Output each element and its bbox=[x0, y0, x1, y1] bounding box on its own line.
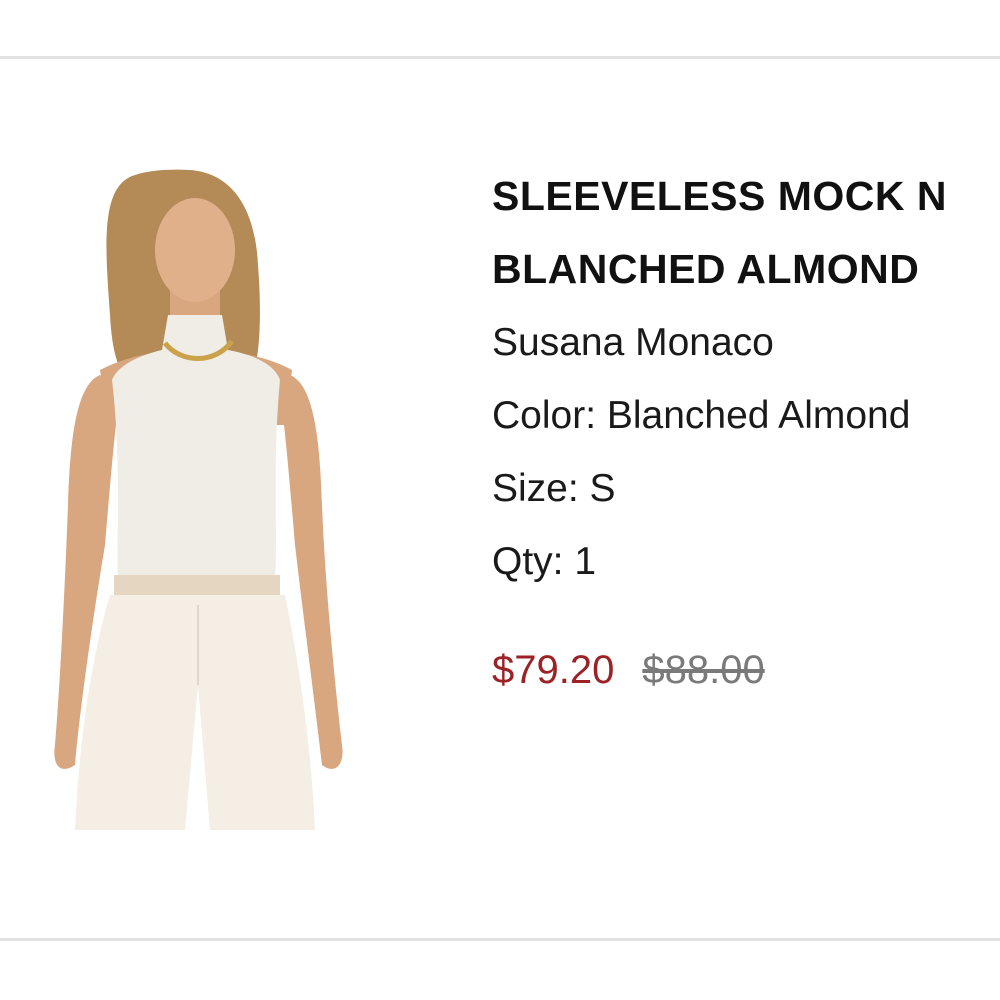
top-divider bbox=[0, 56, 1000, 59]
color-attribute: Color: Blanched Almond bbox=[492, 394, 911, 437]
bottom-divider bbox=[0, 938, 1000, 941]
brand-name: Susana Monaco bbox=[492, 321, 774, 364]
model-photo-icon bbox=[54, 169, 343, 830]
quantity-attribute: Qty: 1 bbox=[492, 540, 597, 583]
product-title-line-1[interactable]: SLEEVELESS MOCK N bbox=[492, 160, 1000, 233]
original-price: $88.00 bbox=[642, 648, 765, 692]
product-details: SLEEVELESS MOCK N BLANCHED ALMOND Susana… bbox=[492, 160, 1000, 695]
sale-price: $79.20 bbox=[492, 648, 615, 692]
product-image[interactable] bbox=[40, 165, 360, 830]
product-title-line-2[interactable]: BLANCHED ALMOND bbox=[492, 233, 1000, 306]
size-attribute: Size: S bbox=[492, 467, 616, 510]
price-row: $79.20 $88.00 bbox=[492, 645, 1000, 695]
